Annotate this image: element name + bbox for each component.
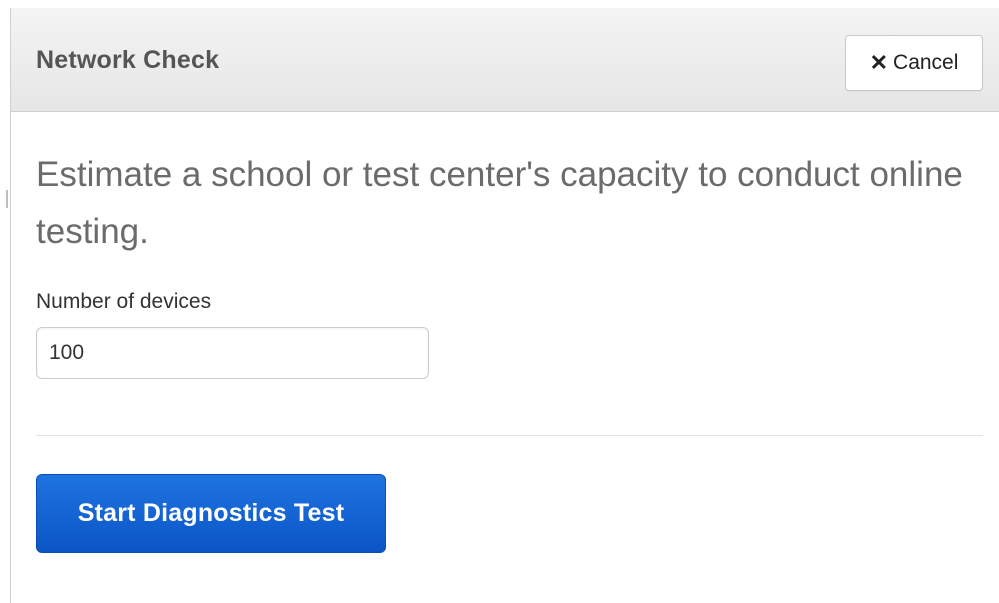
number-of-devices-input[interactable]: [36, 327, 429, 379]
start-button-label: Start Diagnostics Test: [77, 499, 345, 527]
cancel-button-label: Cancel: [893, 51, 959, 74]
dialog-title: Network Check: [36, 46, 220, 74]
background-edge-mark: [6, 190, 8, 208]
cancel-button[interactable]: ✕ Cancel: [845, 35, 983, 91]
dialog-header: Network Check ✕ Cancel: [11, 8, 999, 112]
network-check-dialog: Network Check ✕ Cancel Estimate a school…: [10, 8, 999, 603]
form-divider: [36, 435, 983, 436]
dialog-description: Estimate a school or test center's capac…: [36, 155, 963, 251]
close-icon: ✕: [869, 50, 889, 75]
background-page-edge: [0, 0, 10, 603]
devices-field-label: Number of devices: [36, 290, 212, 313]
start-diagnostics-test-button[interactable]: Start Diagnostics Test: [36, 474, 386, 553]
